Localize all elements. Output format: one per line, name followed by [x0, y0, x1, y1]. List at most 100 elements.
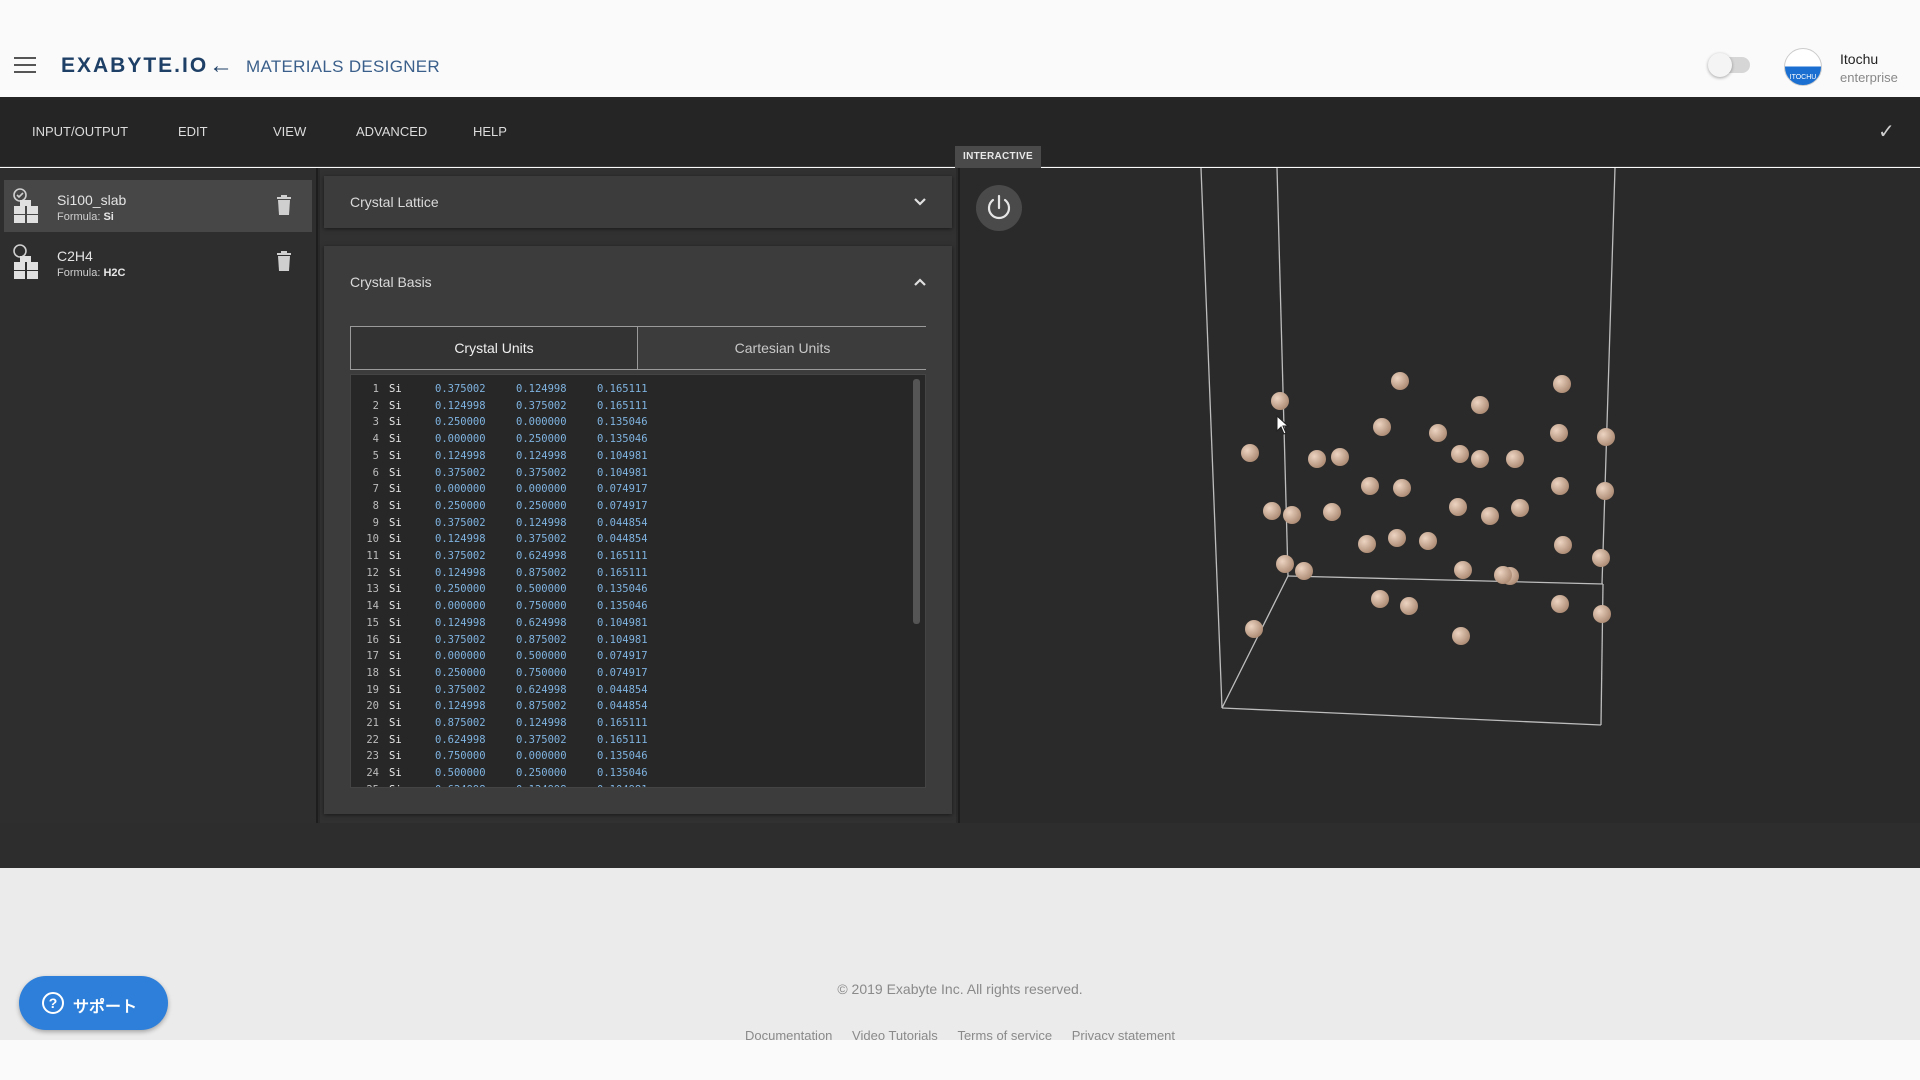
basis-row-index: 25	[351, 782, 379, 787]
atom-si	[1419, 532, 1437, 550]
basis-row-y: 0.000000	[516, 416, 567, 429]
basis-row: 20 Si 0.124998 0.875002 0.044854	[351, 698, 911, 715]
basis-row-element: Si	[389, 449, 402, 462]
copyright-text: © 2019 Exabyte Inc. All rights reserved.	[837, 981, 1083, 997]
atom-si	[1511, 499, 1529, 517]
basis-row-z: 0.104981	[597, 466, 648, 479]
footer-link-documentation[interactable]: Documentation	[745, 1028, 832, 1040]
menu-edit[interactable]: EDIT	[178, 124, 208, 139]
basis-row-index: 16	[366, 633, 379, 646]
basis-row-element: Si	[389, 433, 402, 446]
basis-row-y: 0.624998	[516, 616, 567, 629]
material-formula: Formula: H2C	[57, 267, 126, 279]
avatar[interactable]: ITOCHU	[1784, 48, 1822, 86]
hamburger-menu-icon[interactable]	[14, 57, 36, 73]
chevron-up-icon[interactable]	[912, 274, 928, 290]
basis-row: 24 Si 0.500000 0.250000 0.135046	[351, 765, 911, 782]
menu-view[interactable]: VIEW	[273, 124, 306, 139]
atom-si	[1452, 627, 1470, 645]
atom-si	[1593, 605, 1611, 623]
basis-row-x: 0.000000	[435, 483, 486, 496]
basis-row: 7 Si 0.000000 0.000000 0.074917	[351, 481, 911, 498]
basis-row-x: 0.000000	[435, 433, 486, 446]
user-name[interactable]: Itochu	[1840, 51, 1878, 67]
basis-row: 13 Si 0.250000 0.500000 0.135046	[351, 581, 911, 598]
user-role: enterprise	[1840, 70, 1898, 85]
theme-toggle[interactable]	[1708, 53, 1750, 77]
basis-row: 9 Si 0.375002 0.124998 0.044854	[351, 515, 911, 532]
support-button[interactable]: ? サポート	[19, 976, 168, 1030]
menu-advanced[interactable]: ADVANCED	[356, 124, 427, 139]
atom-si	[1597, 428, 1615, 446]
basis-row-x: 0.375002	[435, 516, 486, 529]
basis-row: 14 Si 0.000000 0.750000 0.135046	[351, 598, 911, 615]
basis-row-z: 0.165111	[597, 550, 648, 562]
atom-si	[1451, 445, 1469, 463]
basis-row-z: 0.074917	[597, 650, 648, 663]
basis-row-index: 7	[372, 483, 379, 496]
material-name: C2H4	[57, 248, 93, 264]
atom-si	[1391, 372, 1409, 390]
basis-row-index: 13	[366, 583, 379, 596]
basis-row-z: 0.165111	[597, 733, 648, 746]
basis-row-y: 0.000000	[516, 483, 567, 496]
atom-si	[1553, 375, 1571, 393]
basis-row-x: 0.000000	[435, 650, 486, 663]
basis-row-z: 0.135046	[597, 583, 648, 596]
tab-crystal-units[interactable]: Crystal Units	[351, 327, 638, 369]
atom-si	[1323, 503, 1341, 521]
basis-row-x: 0.250000	[435, 666, 486, 679]
trash-icon[interactable]	[276, 251, 292, 271]
basis-row-index: 9	[372, 516, 379, 529]
menu-input-output[interactable]: INPUT/OUTPUT	[32, 124, 128, 139]
footer-link-video-tutorials[interactable]: Video Tutorials	[852, 1028, 938, 1040]
basis-row-y: 0.875002	[516, 633, 567, 646]
basis-row-x: 0.375002	[435, 466, 486, 479]
basis-row-x: 0.375002	[435, 550, 486, 562]
check-icon[interactable]: ✓	[1878, 119, 1895, 144]
back-arrow-icon[interactable]: ←	[209, 52, 233, 80]
basis-row-y: 0.500000	[516, 650, 567, 663]
interactive-tab[interactable]: INTERACTIVE	[955, 146, 1041, 168]
chevron-down-icon[interactable]	[912, 194, 928, 210]
atom-si	[1393, 479, 1411, 497]
mouse-cursor-icon	[1276, 415, 1290, 435]
basis-row-y: 0.375002	[516, 466, 567, 479]
basis-row-x: 0.250000	[435, 583, 486, 596]
structure-viewer[interactable]	[958, 168, 1920, 823]
basis-row-index: 5	[372, 449, 379, 462]
exabyte-logo[interactable]: EXABYTE.IO	[61, 54, 208, 78]
support-label: サポート	[73, 999, 138, 1016]
basis-row-y: 0.500000	[516, 583, 567, 596]
atom-si	[1449, 498, 1467, 516]
atom-si	[1308, 450, 1326, 468]
menu-help[interactable]: HELP	[473, 124, 507, 139]
basis-row-element: Si	[389, 650, 402, 663]
crystal-lattice-panel[interactable]: Crystal Lattice	[324, 176, 952, 228]
trash-icon[interactable]	[276, 195, 292, 215]
atom-si	[1506, 450, 1524, 468]
basis-row-element: Si	[389, 566, 402, 579]
cell-edge	[1200, 168, 1223, 709]
basis-row-y: 0.124998	[516, 383, 567, 395]
atom-si	[1596, 482, 1614, 500]
basis-row-x: 0.000000	[435, 600, 486, 613]
basis-row-index: 23	[366, 750, 379, 763]
basis-row-index: 8	[372, 499, 379, 512]
basis-row-y: 0.624998	[516, 550, 567, 562]
basis-row-z: 0.074917	[597, 483, 648, 496]
basis-row-z: 0.104981	[597, 633, 648, 646]
basis-row-element: Si	[389, 600, 402, 613]
material-name: Si100_slab	[57, 192, 127, 208]
basis-scrollbar[interactable]	[913, 379, 920, 624]
footer-link-terms[interactable]: Terms of service	[957, 1028, 1052, 1040]
footer-link-privacy[interactable]: Privacy statement	[1072, 1028, 1175, 1040]
tab-cartesian-units[interactable]: Cartesian Units	[639, 327, 926, 369]
basis-row-index: 24	[366, 767, 379, 780]
basis-row: 1 Si 0.375002 0.124998 0.165111	[351, 381, 911, 398]
basis-row-z: 0.074917	[597, 666, 648, 679]
basis-row-index: 21	[366, 717, 379, 729]
material-item-c2h4[interactable]: C2H4 Formula: H2C	[4, 236, 312, 288]
basis-editor[interactable]: 1 Si 0.375002 0.124998 0.165111 2 Si 0.124998 0.…	[350, 374, 926, 788]
material-item-si100-slab[interactable]: Si100_slab Formula: Si	[4, 180, 312, 232]
